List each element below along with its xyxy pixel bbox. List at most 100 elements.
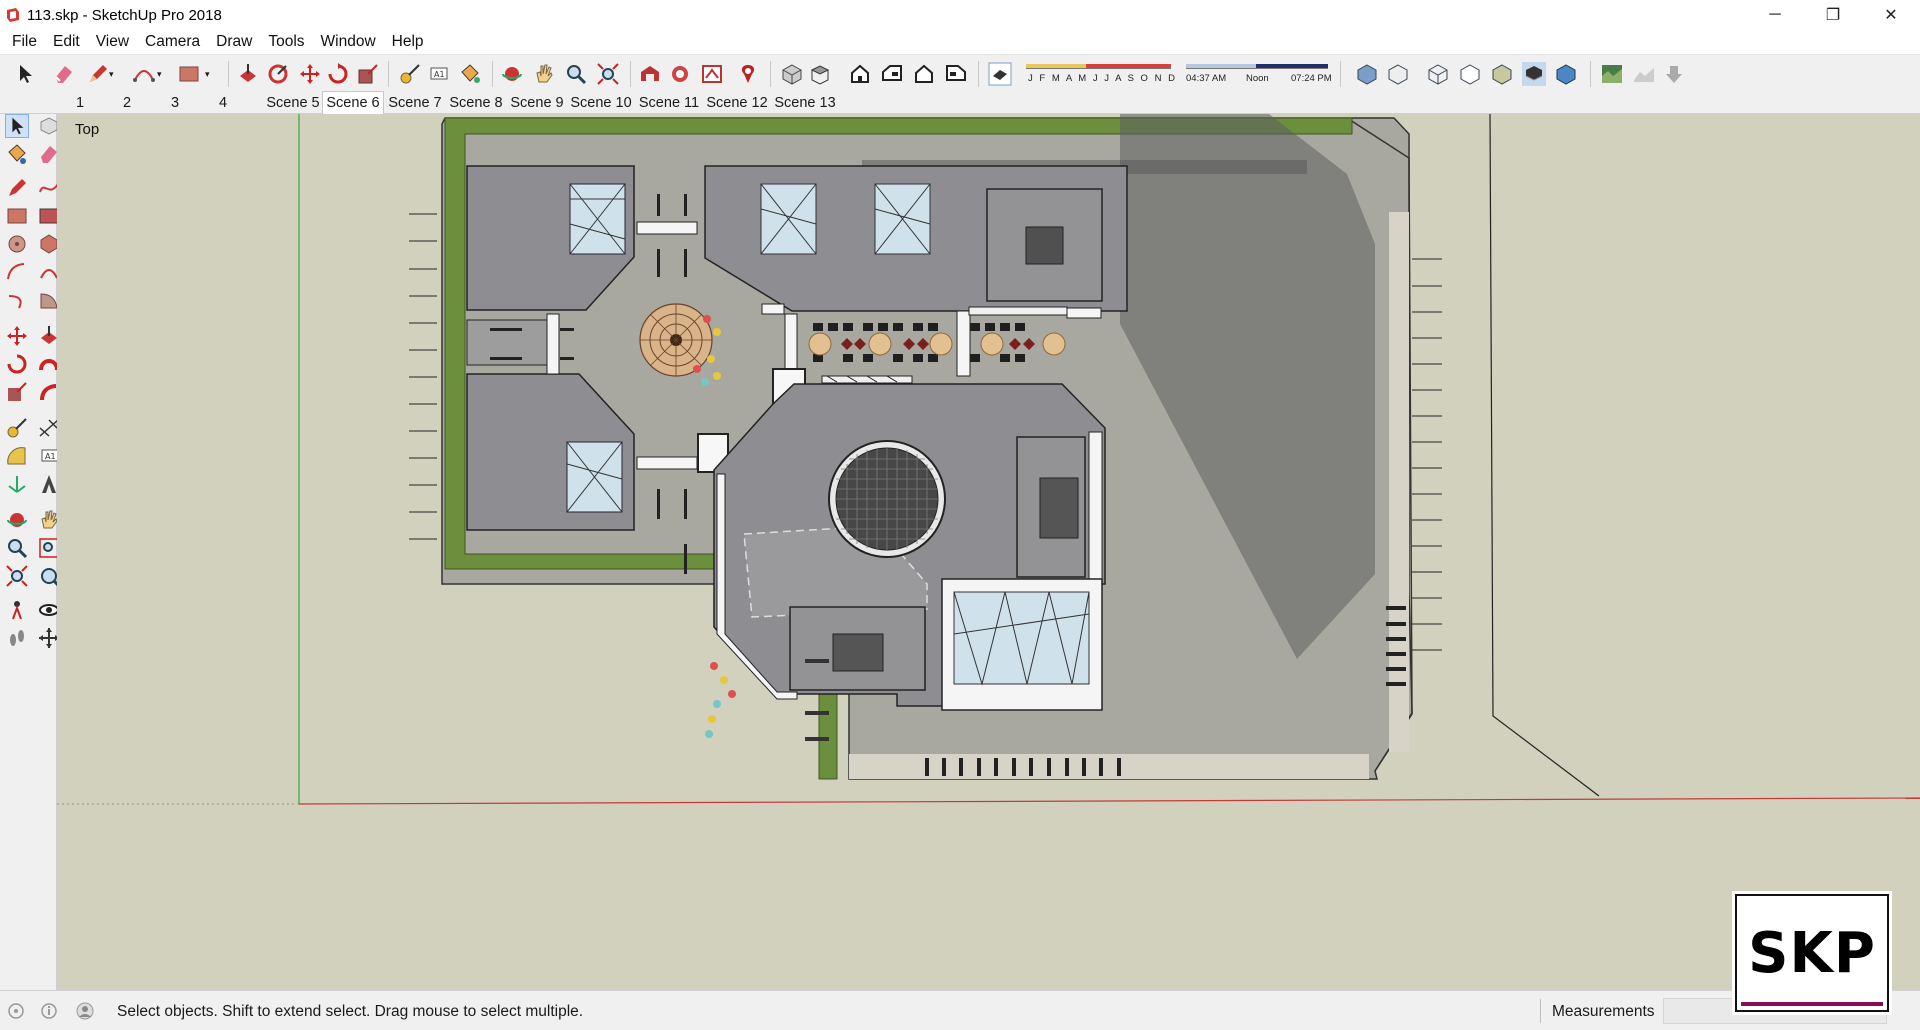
scale-icon[interactable]: [356, 62, 380, 86]
scene-tab-11[interactable]: Scene 11: [636, 92, 702, 113]
walkway-strip: [546, 313, 560, 375]
scale-tool-icon[interactable]: [5, 380, 29, 404]
3d-warehouse-icon[interactable]: [638, 62, 662, 86]
front-view-icon[interactable]: [848, 62, 872, 86]
railing: [821, 375, 913, 384]
push-pull-icon[interactable]: [236, 62, 260, 86]
scene-tab-10[interactable]: Scene 10: [568, 92, 634, 113]
zoom-icon[interactable]: [564, 62, 588, 86]
layout-icon[interactable]: [700, 62, 724, 86]
arc-icon[interactable]: [132, 62, 156, 86]
menu-file[interactable]: File: [4, 33, 45, 51]
shaded-textures-style-icon[interactable]: [1522, 62, 1546, 86]
select-arrow-icon[interactable]: [14, 62, 38, 86]
menu-draw[interactable]: Draw: [208, 33, 260, 51]
select-tool-icon[interactable]: [5, 114, 29, 138]
window-title: 113.skp - SketchUp Pro 2018: [27, 6, 222, 24]
pan-hand-icon[interactable]: [532, 62, 556, 86]
scene-tab-7[interactable]: Scene 7: [386, 92, 444, 113]
roof-vent: [832, 633, 884, 672]
rotate-tool-icon[interactable]: [5, 352, 29, 376]
geo-location-icon[interactable]: [7, 1002, 25, 1020]
walk-tool-icon[interactable]: [5, 626, 29, 650]
shadows-toggle-icon[interactable]: [988, 62, 1012, 86]
zoom-extents-icon[interactable]: [596, 62, 620, 86]
terrace-divider: [956, 310, 971, 377]
scene-tab-2[interactable]: 2: [117, 92, 137, 113]
toggle-terrain-icon[interactable]: [1632, 62, 1656, 86]
model-viewport[interactable]: Top: [57, 114, 1920, 990]
add-location-icon[interactable]: [1600, 62, 1624, 86]
toolbar-separator: [630, 61, 631, 87]
toolbar-separator: [492, 61, 493, 87]
scene-tab-13[interactable]: Scene 13: [772, 92, 838, 113]
shaded-style-icon[interactable]: [1490, 62, 1514, 86]
hidden-line-style-icon[interactable]: [1458, 62, 1482, 86]
scene-tab-9[interactable]: Scene 9: [508, 92, 566, 113]
line-pencil-icon[interactable]: [86, 62, 110, 86]
rectangle-tool-icon[interactable]: [5, 204, 29, 228]
arc-tool-icon[interactable]: [5, 260, 29, 284]
menu-camera[interactable]: Camera: [137, 33, 208, 51]
scene-tab-12[interactable]: Scene 12: [704, 92, 770, 113]
extension-warehouse-icon[interactable]: [668, 62, 692, 86]
three-point-arc-tool-icon[interactable]: [5, 288, 29, 312]
skp-logo-badge: SKP: [1735, 894, 1889, 1012]
scene-tab-5[interactable]: Scene 5: [264, 92, 322, 113]
zoom-extents-tool-icon[interactable]: [5, 564, 29, 588]
tape-measure-tool-icon[interactable]: [5, 416, 29, 440]
back-edges-style-icon[interactable]: [1386, 62, 1410, 86]
roof-vent: [1025, 226, 1064, 265]
scene-tab-8[interactable]: Scene 8: [447, 92, 505, 113]
extension-manager-icon[interactable]: [736, 62, 760, 86]
move-tool-icon[interactable]: [5, 324, 29, 348]
iso-view-icon[interactable]: [780, 62, 804, 86]
monochrome-style-icon[interactable]: [1554, 62, 1578, 86]
skp-logo-bar: [1741, 1002, 1883, 1006]
restore-button[interactable]: ❐: [1804, 0, 1862, 30]
top-view-icon[interactable]: [808, 62, 832, 86]
rectangle-icon[interactable]: [177, 62, 201, 86]
tape-measure-icon[interactable]: [398, 62, 422, 86]
zoom-tool-icon[interactable]: [5, 536, 29, 560]
toolbar-separator: [228, 61, 229, 87]
menu-window[interactable]: Window: [313, 33, 384, 51]
scene-tab-6-active[interactable]: Scene 6: [322, 91, 384, 114]
glass-atrium: [953, 591, 1090, 686]
rotate-icon[interactable]: [326, 62, 350, 86]
left-view-icon[interactable]: [944, 62, 968, 86]
close-button[interactable]: ✕: [1862, 0, 1920, 30]
menu-edit[interactable]: Edit: [45, 33, 88, 51]
wireframe-style-icon[interactable]: [1426, 62, 1450, 86]
offset-icon[interactable]: [266, 62, 290, 86]
text-icon[interactable]: A1: [428, 62, 452, 86]
credits-info-icon[interactable]: [40, 1002, 58, 1020]
position-camera-tool-icon[interactable]: [5, 598, 29, 622]
right-view-icon[interactable]: [880, 62, 904, 86]
move-icon[interactable]: [298, 62, 322, 86]
protractor-tool-icon[interactable]: [5, 444, 29, 468]
eraser-icon[interactable]: [52, 62, 76, 86]
orbit-icon[interactable]: [500, 62, 524, 86]
walkway-strip: [636, 456, 698, 470]
photo-textures-icon[interactable]: [1662, 62, 1686, 86]
menu-view[interactable]: View: [88, 33, 137, 51]
xray-style-icon[interactable]: [1355, 62, 1379, 86]
paint-bucket-tool-icon[interactable]: [5, 142, 29, 166]
window-controls: ─ ❐ ✕: [1746, 0, 1920, 30]
menu-tools[interactable]: Tools: [260, 33, 312, 51]
scene-tab-3[interactable]: 3: [165, 92, 185, 113]
axes-tool-icon[interactable]: [5, 472, 29, 496]
menu-help[interactable]: Help: [384, 33, 432, 51]
toolbar-separator: [1340, 61, 1341, 87]
round-plaza: [639, 303, 713, 377]
line-tool-icon[interactable]: [5, 176, 29, 200]
orbit-tool-icon[interactable]: [5, 508, 29, 532]
scene-tab-1[interactable]: 1: [70, 92, 90, 113]
circle-tool-icon[interactable]: [5, 232, 29, 256]
paint-bucket-icon[interactable]: [458, 62, 482, 86]
minimize-button[interactable]: ─: [1746, 0, 1804, 30]
back-view-icon[interactable]: [912, 62, 936, 86]
user-account-icon[interactable]: [76, 1002, 94, 1020]
scene-tab-4[interactable]: 4: [213, 92, 233, 113]
